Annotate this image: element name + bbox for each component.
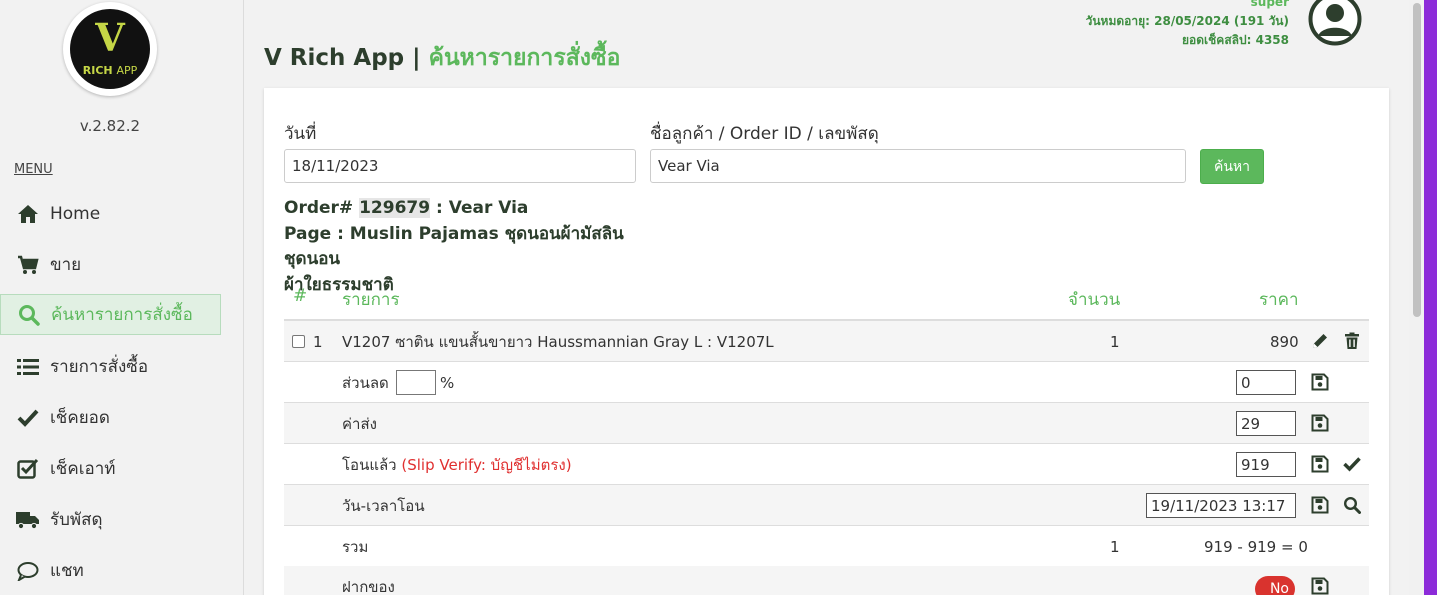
sidebar-item-label: เช็คยอด [50, 408, 110, 428]
page-subtitle: ค้นหารายการสั่งซื้อ [428, 45, 621, 71]
order-page-line1: Page : Muslin Pajamas ชุดนอนผ้ามัสลิน ชุ… [284, 223, 624, 270]
item-qty: 1 [1110, 332, 1120, 351]
col-item: รายการ [342, 290, 400, 310]
save-icon[interactable] [1311, 414, 1329, 432]
save-icon[interactable] [1311, 496, 1329, 514]
item-num: 1 [313, 332, 323, 351]
trash-icon[interactable] [1343, 332, 1361, 350]
user-name: super [1250, 0, 1289, 9]
truck-icon [0, 510, 50, 530]
col-qty: จำนวน [1068, 290, 1121, 310]
logo-text: RICH APP [70, 64, 150, 77]
discount-input[interactable]: 0 [1236, 370, 1296, 395]
list-icon [0, 358, 50, 376]
logo-letter: V [95, 15, 125, 60]
table-row-transfer-time: วัน-เวลาโอน 19/11/2023 13:17 [284, 485, 1369, 526]
search-button[interactable]: ค้นหา [1200, 149, 1264, 184]
total-label: รวม [342, 537, 369, 556]
app-version: v.2.82.2 [79, 117, 141, 135]
total-qty: 1 [1110, 537, 1120, 556]
deposit-toggle[interactable]: No [1255, 576, 1295, 595]
sidebar-item-checkout[interactable]: เช็คเอาท์ [0, 448, 221, 489]
save-icon[interactable] [1311, 455, 1329, 473]
logo-badge: V RICH APP [70, 9, 150, 89]
check-square-icon [0, 458, 50, 480]
col-num: # [293, 286, 308, 306]
sidebar-item-label: รายการสั่งซื้อ [50, 357, 149, 377]
chat-icon [0, 561, 50, 581]
transfer-time-label: วัน-เวลาโอน [342, 496, 425, 515]
shipping-input[interactable]: 29 [1236, 411, 1296, 436]
sidebar-item-label: เช็คเอาท์ [50, 459, 116, 479]
transferred-input[interactable]: 919 [1236, 452, 1296, 477]
avatar[interactable] [1308, 0, 1362, 46]
table-row-item: 1 V1207 ซาติน แขนสั้นขายาว Haussmannian … [284, 321, 1369, 362]
save-icon[interactable] [1311, 373, 1329, 391]
order-id: 129679 [359, 198, 431, 218]
item-price: 890 [1270, 332, 1299, 351]
save-icon[interactable] [1311, 577, 1329, 595]
sidebar-item-chat[interactable]: แชท [0, 550, 221, 591]
sidebar: V RICH APP v.2.82.2 MENU Home ขาย ค้นหาร… [0, 0, 244, 595]
logo[interactable]: V RICH APP [63, 2, 157, 96]
check-icon [0, 409, 50, 427]
table-header: # รายการ จำนวน ราคา [284, 280, 1369, 321]
table-row-transferred: โอนแล้ว (Slip Verify: บัญชีไม่ตรง) 919 [284, 444, 1369, 485]
sidebar-item-search-orders[interactable]: ค้นหารายการสั่งซื้อ [0, 294, 221, 335]
sidebar-item-label: รับพัสดุ [50, 510, 103, 530]
sidebar-item-parcel[interactable]: รับพัสดุ [0, 499, 221, 540]
logo-brand: RICH [82, 64, 113, 77]
transferred-label: โอนแล้ว [342, 455, 397, 474]
page-title: V Rich App | ค้นหารายการสั่งซื้อ [264, 40, 620, 76]
search-icon [1, 304, 51, 326]
window-edge [1424, 0, 1437, 595]
search-input[interactable]: Vear Via [650, 149, 1186, 183]
table-row-deposit: ฝากของ No [284, 566, 1369, 595]
item-name: V1207 ซาติน แขนสั้นขายาว Haussmannian Gr… [342, 332, 774, 351]
menu-title: MENU [14, 162, 53, 177]
deposit-label: ฝากของ [342, 577, 395, 595]
discount-percent-input[interactable] [396, 370, 436, 395]
app-title: V Rich App | [264, 45, 421, 71]
logo-app: APP [116, 64, 138, 77]
sidebar-item-label: Home [50, 203, 101, 224]
home-icon [0, 204, 50, 224]
edit-icon[interactable] [1311, 332, 1329, 350]
sidebar-item-check-balance[interactable]: เช็คยอด [0, 397, 221, 438]
user-info: super วันหมดอายุ: 28/05/2024 (191 วัน) ย… [1086, 0, 1289, 50]
percent-sign: % [440, 373, 455, 392]
date-label: วันที่ [284, 124, 317, 144]
cart-icon [0, 255, 50, 275]
checkbox-box [292, 335, 305, 348]
query-label: ชื่อลูกค้า / Order ID / เลขพัสดุ [650, 124, 879, 144]
sidebar-item-orders[interactable]: รายการสั่งซื้อ [0, 346, 221, 387]
row-checkbox[interactable] [292, 321, 305, 362]
col-price: ราคา [1259, 290, 1299, 310]
date-field[interactable]: 18/11/2023 [284, 149, 636, 183]
sidebar-item-label: แชท [50, 561, 84, 581]
order-header: Order# 129679 : Vear Via [284, 196, 644, 222]
scrollbar-thumb[interactable] [1413, 3, 1421, 317]
discount-label: ส่วนลด [342, 373, 389, 392]
verify-check-icon[interactable] [1343, 455, 1361, 473]
order-customer: : Vear Via [436, 198, 529, 218]
transferred-cell: โอนแล้ว (Slip Verify: บัญชีไม่ตรง) [342, 444, 572, 485]
sidebar-item-sell[interactable]: ขาย [0, 244, 221, 285]
total-calc: 919 - 919 = 0 [1204, 537, 1308, 556]
order-prefix: Order# [284, 198, 354, 218]
table-row-shipping: ค่าส่ง 29 [284, 403, 1369, 444]
user-icon [1308, 0, 1362, 46]
slip-balance: ยอดเช็คสลิป: 4358 [1182, 33, 1289, 47]
shipping-label: ค่าส่ง [342, 414, 377, 433]
sidebar-item-label: ค้นหารายการสั่งซื้อ [51, 305, 193, 325]
sidebar-item-home[interactable]: Home [0, 193, 221, 234]
sidebar-item-label: ขาย [50, 255, 82, 275]
expiry-date: วันหมดอายุ: 28/05/2024 (191 วัน) [1085, 14, 1289, 28]
transfer-time-input[interactable]: 19/11/2023 13:17 [1146, 493, 1296, 518]
table-row-total: รวม 1 919 - 919 = 0 [284, 526, 1369, 567]
slip-verify-note: (Slip Verify: บัญชีไม่ตรง) [401, 455, 572, 474]
search-card: วันที่ 18/11/2023 ชื่อลูกค้า / Order ID … [264, 88, 1389, 595]
table-row-discount: ส่วนลด % 0 [284, 362, 1369, 403]
search-icon[interactable] [1343, 496, 1361, 514]
